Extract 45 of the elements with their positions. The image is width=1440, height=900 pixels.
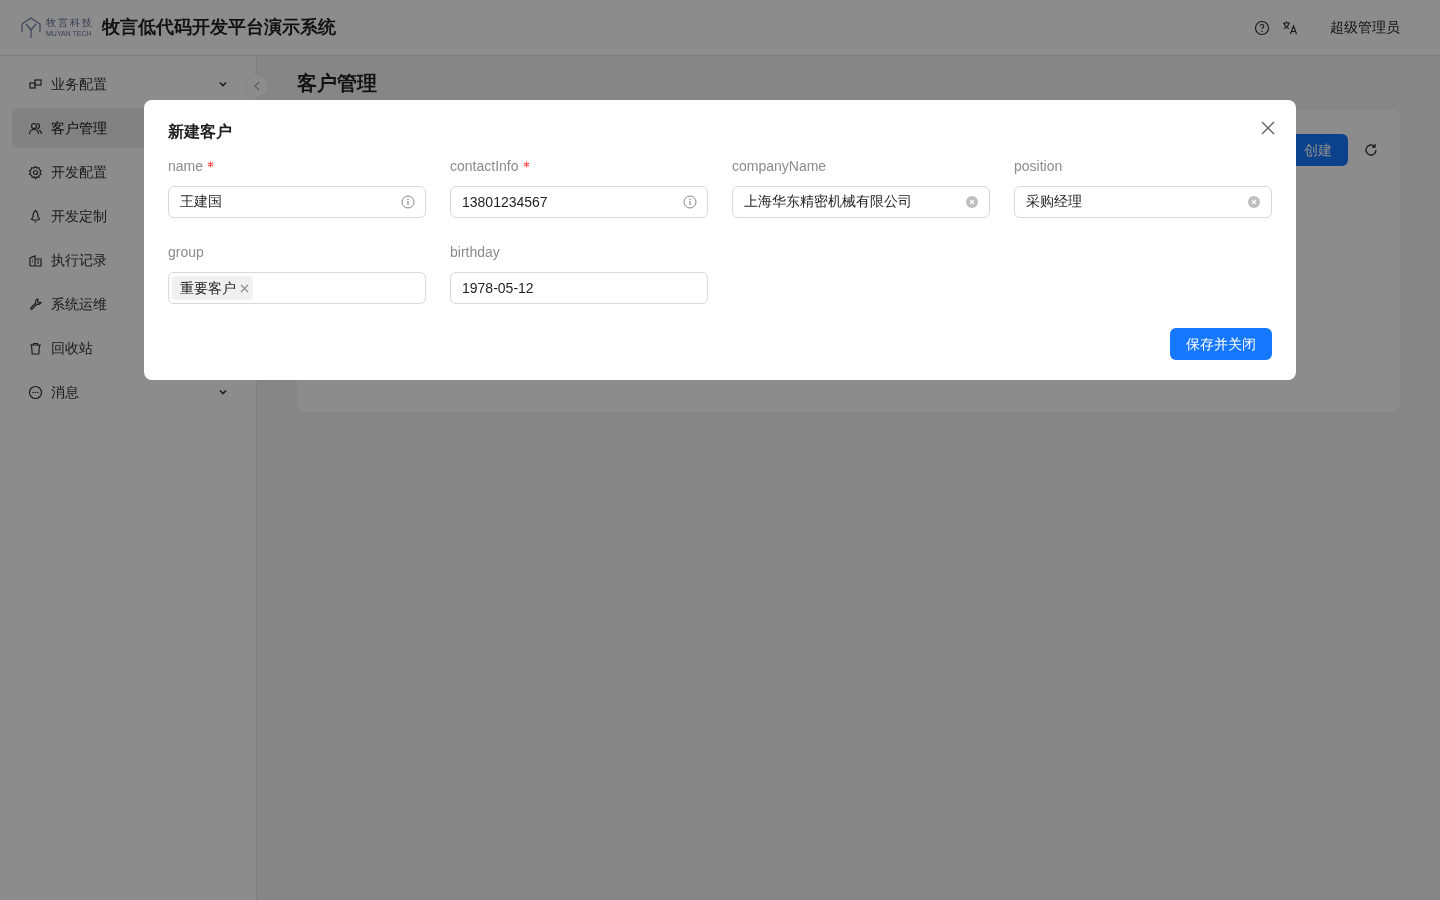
trash-icon [28,340,43,356]
chat-icon [28,384,43,400]
help-icon[interactable] [1254,19,1270,36]
input-field[interactable]: 采购经理 [1014,186,1272,218]
remove-tag-icon[interactable] [240,283,249,293]
wrench-icon [28,296,43,312]
chevron-down-icon[interactable] [218,387,228,397]
building-icon [28,252,43,268]
users-icon [28,120,43,136]
blocks-icon [28,76,43,92]
input-field[interactable]: 上海华东精密机械有限公司 [732,186,990,218]
translate-icon[interactable] [1282,19,1298,36]
field-label: position [1014,157,1063,176]
save-and-close-button[interactable]: 保存并关闭 [1170,328,1272,360]
sidebar-item[interactable]: 回收站 [12,328,244,368]
chevron-left-icon [253,81,261,91]
sidebar-item-label: 执行记录 [51,250,107,270]
sidebar-item-label: 开发定制 [51,206,107,226]
sidebar-item-label: 业务配置 [51,74,107,94]
sidebar-item[interactable]: 业务配置 [12,64,244,104]
sidebar-item[interactable]: 消息 [12,372,244,412]
user-name[interactable]: 超级管理员 [1330,17,1400,38]
chevron-down-icon[interactable] [218,79,228,89]
settings-icon [28,164,43,180]
field-label: group [168,243,204,262]
tag-label: 重要客户 [180,278,236,298]
sidebar-item-label: 客户管理 [51,118,107,138]
logo-icon [20,15,42,40]
field-label: birthday [450,243,500,262]
sidebar-item-label: 消息 [51,382,79,402]
sidebar-item-label: 回收站 [51,338,93,358]
page-title: 客户管理 [297,71,377,96]
sidebar-item-label: 开发配置 [51,162,107,182]
tag-select-field[interactable]: 重要客户 [168,272,426,304]
field-label: name [168,157,204,176]
logo-text: 牧言科技 [46,18,94,28]
refresh-icon[interactable] [1364,143,1378,157]
field-label: contactInfo [450,157,519,176]
sidebar-item-label: 系统运维 [51,294,107,314]
input-field[interactable]: 王建国 [168,186,426,218]
input-field[interactable]: 1978-05-12 [450,272,708,304]
input-field[interactable]: 13801234567 [450,186,708,218]
dialog-title: 新建客户 [168,122,232,142]
app-title: 牧言低代码开发平台演示系统 [102,16,336,39]
field-label: companyName [732,157,827,176]
